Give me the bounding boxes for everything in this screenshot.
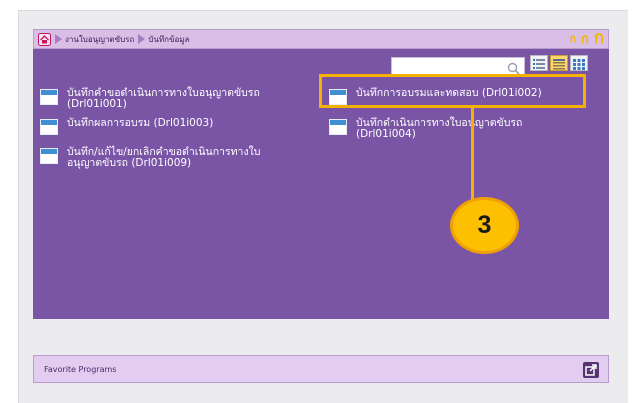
program-item-label-line1: บันทึกผลการอบรม (Drl01i003) (67, 117, 214, 129)
breadcrumb-item-module[interactable]: งานใบอนุญาตขับรถ (65, 33, 134, 46)
program-item-label-line2: (Drl01i001) (67, 98, 127, 110)
annotation-callout-badge: 3 (450, 197, 519, 254)
program-window-icon (40, 89, 58, 105)
program-window-icon (40, 148, 58, 164)
breadcrumb: งานใบอนุญาตขับรถ บันทึกข้อมูล ก ก ก (33, 29, 609, 49)
program-window-icon (40, 119, 58, 135)
detail-view-icon[interactable] (550, 55, 568, 71)
font-size-controls: ก ก ก (570, 30, 604, 48)
favorite-programs-bar: Favorite Programs (33, 355, 609, 383)
annotation-highlight-box (319, 74, 586, 108)
program-item-label-line2: อนุญาตขับรถ (Drl01i009) (67, 157, 192, 169)
font-size-medium-button[interactable]: ก (581, 33, 589, 48)
program-item-label: บันทึก/แก้ไข/ยกเลิกคำขอดำเนินการทางใบ อน… (67, 147, 260, 169)
open-external-icon[interactable] (583, 362, 599, 378)
program-panel: บันทึกคำขอดำเนินการทางใบอนุญาตขับรถ (Drl… (33, 49, 609, 319)
breadcrumb-separator-icon (55, 34, 62, 44)
program-item-drl01i009[interactable]: บันทึก/แก้ไข/ยกเลิกคำขอดำเนินการทางใบ อน… (40, 147, 260, 169)
grid-view-icon[interactable] (570, 55, 588, 71)
font-size-large-button[interactable]: ก (594, 30, 604, 48)
font-size-small-button[interactable]: ก (570, 35, 576, 48)
annotation-callout-line (471, 107, 474, 203)
view-mode-toolbar (530, 55, 588, 71)
favorite-programs-label: Favorite Programs (44, 364, 117, 374)
home-icon[interactable] (38, 32, 51, 46)
program-item-drl01i003[interactable]: บันทึกผลการอบรม (Drl01i003) (40, 118, 213, 135)
program-window-icon (329, 119, 347, 135)
program-item-label-line2: (Drl01i004) (356, 128, 416, 140)
program-item-label: บันทึกผลการอบรม (Drl01i003) (67, 118, 213, 129)
program-item-label: บันทึกดำเนินการทางใบอนุญาตขับรถ (Drl01i0… (356, 118, 522, 140)
search-input[interactable] (391, 57, 525, 75)
program-item-drl01i004[interactable]: บันทึกดำเนินการทางใบอนุญาตขับรถ (Drl01i0… (329, 118, 522, 140)
list-view-icon[interactable] (530, 55, 548, 71)
annotation-callout-number: 3 (477, 211, 492, 239)
breadcrumb-item-current: บันทึกข้อมูล (148, 34, 190, 44)
program-item-drl01i001[interactable]: บันทึกคำขอดำเนินการทางใบอนุญาตขับรถ (Drl… (40, 88, 260, 110)
breadcrumb-separator-icon (138, 34, 146, 44)
program-item-label: บันทึกคำขอดำเนินการทางใบอนุญาตขับรถ (Drl… (67, 88, 260, 110)
